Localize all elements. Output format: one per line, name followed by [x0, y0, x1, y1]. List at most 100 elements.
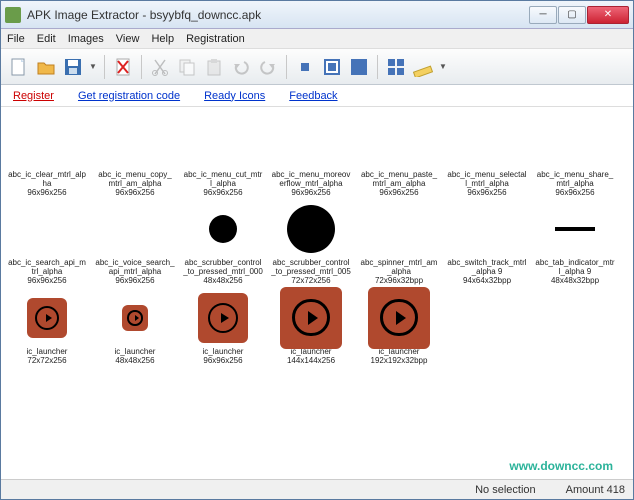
- menu-registration[interactable]: Registration: [186, 33, 245, 45]
- save-dropdown-icon[interactable]: ▼: [88, 62, 98, 71]
- thumbnail-item[interactable]: abc_tab_indicator_mtrl_alpha 948x48x32bp…: [533, 199, 617, 285]
- menu-images[interactable]: Images: [68, 33, 104, 45]
- item-dimensions: 96x96x256: [447, 189, 527, 198]
- view-large-icon[interactable]: [347, 55, 371, 79]
- thumbnail-grid: abc_ic_clear_mtrl_alpha96x96x256abc_ic_m…: [5, 111, 629, 365]
- item-dimensions: 96x96x256: [95, 277, 175, 286]
- thumbnail-image: [183, 111, 263, 171]
- item-name: abc_switch_track_mtrl_alpha 9: [447, 259, 527, 277]
- menu-edit[interactable]: Edit: [37, 33, 56, 45]
- thumbnail-image: [359, 199, 439, 259]
- item-dimensions: 96x96x256: [535, 189, 615, 198]
- link-feedback[interactable]: Feedback: [289, 90, 337, 102]
- ruler-icon[interactable]: [411, 55, 435, 79]
- status-selection: No selection: [475, 484, 536, 496]
- thumbnail-image: [359, 288, 439, 348]
- thumbnail-image: [183, 288, 263, 348]
- item-dimensions: 94x64x32bpp: [447, 277, 527, 286]
- thumbnail-item[interactable]: abc_scrubber_control_to_pressed_mtrl_000…: [181, 199, 265, 285]
- thumbnail-image: [95, 111, 175, 171]
- thumbnail-item[interactable]: abc_scrubber_control_to_pressed_mtrl_005…: [269, 199, 353, 285]
- ruler-dropdown-icon[interactable]: ▼: [438, 62, 448, 71]
- delete-icon[interactable]: [111, 55, 135, 79]
- view-medium-icon[interactable]: [320, 55, 344, 79]
- menu-file[interactable]: File: [7, 33, 25, 45]
- item-name: abc_scrubber_control_to_pressed_mtrl_005: [271, 259, 351, 277]
- window-title: APK Image Extractor - bsyybfq_downcc.apk: [27, 8, 529, 22]
- item-name: abc_ic_menu_moreoverflow_mtrl_alpha: [271, 171, 351, 189]
- link-register[interactable]: Register: [13, 90, 54, 102]
- thumbnail-image: [7, 111, 87, 171]
- thumbnail-image: [7, 199, 87, 259]
- minimize-button[interactable]: ─: [529, 6, 557, 24]
- thumbnail-item[interactable]: abc_ic_clear_mtrl_alpha96x96x256: [5, 111, 89, 197]
- thumbnail-item[interactable]: abc_switch_track_mtrl_alpha 994x64x32bpp: [445, 199, 529, 285]
- view-small-icon[interactable]: [293, 55, 317, 79]
- thumbnail-item[interactable]: ic_launcher96x96x256: [181, 288, 265, 366]
- thumbnail-image: [535, 199, 615, 259]
- item-name: abc_ic_voice_search_api_mtrl_alpha: [95, 259, 175, 277]
- item-dimensions: 72x72x256: [27, 357, 68, 366]
- thumbnail-image: [271, 111, 351, 171]
- item-name: abc_ic_menu_paste_mtrl_am_alpha: [359, 171, 439, 189]
- thumbnail-item[interactable]: abc_ic_menu_copy_mtrl_am_alpha96x96x256: [93, 111, 177, 197]
- item-dimensions: 144x144x256: [287, 357, 335, 366]
- paste-icon[interactable]: [202, 55, 226, 79]
- thumbnail-item[interactable]: abc_ic_menu_selectall_mtrl_alpha96x96x25…: [445, 111, 529, 197]
- link-ready-icons[interactable]: Ready Icons: [204, 90, 265, 102]
- save-icon[interactable]: [61, 55, 85, 79]
- item-dimensions: 192x192x32bpp: [371, 357, 428, 366]
- cut-icon[interactable]: [148, 55, 172, 79]
- thumbnail-item[interactable]: abc_ic_menu_moreoverflow_mtrl_alpha96x96…: [269, 111, 353, 197]
- thumbnail-image: [271, 288, 351, 348]
- thumbnail-image: [271, 199, 351, 259]
- item-dimensions: 96x96x256: [203, 357, 244, 366]
- thumbnail-image: [183, 199, 263, 259]
- thumbnail-item[interactable]: ic_launcher192x192x32bpp: [357, 288, 441, 366]
- thumbnail-item[interactable]: abc_ic_menu_cut_mtrl_alpha96x96x256: [181, 111, 265, 197]
- separator: [104, 55, 105, 79]
- maximize-button[interactable]: ▢: [558, 6, 586, 24]
- item-name: abc_scrubber_control_to_pressed_mtrl_000: [183, 259, 263, 277]
- menu-help[interactable]: Help: [151, 33, 174, 45]
- status-amount-value: 418: [607, 484, 625, 496]
- thumbnail-image: [95, 199, 175, 259]
- watermark: www.downcc.com: [509, 459, 613, 473]
- item-dimensions: 48x48x32bpp: [535, 277, 615, 286]
- item-name: abc_ic_menu_share_mtrl_alpha: [535, 171, 615, 189]
- thumbnail-image: [7, 288, 87, 348]
- redo-icon[interactable]: [256, 55, 280, 79]
- thumbnail-item[interactable]: abc_spinner_mtrl_am_alpha72x96x32bpp: [357, 199, 441, 285]
- thumbnail-item[interactable]: abc_ic_menu_share_mtrl_alpha96x96x256: [533, 111, 617, 197]
- content-area[interactable]: abc_ic_clear_mtrl_alpha96x96x256abc_ic_m…: [1, 107, 633, 479]
- thumbnail-item[interactable]: ic_launcher72x72x256: [5, 288, 89, 366]
- separator: [377, 55, 378, 79]
- item-dimensions: 96x96x256: [359, 189, 439, 198]
- item-name: abc_ic_search_api_mtrl_alpha: [7, 259, 87, 277]
- separator: [286, 55, 287, 79]
- thumbnail-item[interactable]: abc_ic_menu_paste_mtrl_am_alpha96x96x256: [357, 111, 441, 197]
- copy-icon[interactable]: [175, 55, 199, 79]
- thumbnail-item[interactable]: ic_launcher144x144x256: [269, 288, 353, 366]
- undo-icon[interactable]: [229, 55, 253, 79]
- item-name: abc_ic_menu_cut_mtrl_alpha: [183, 171, 263, 189]
- item-dimensions: 96x96x256: [271, 189, 351, 198]
- thumbnail-item[interactable]: abc_ic_voice_search_api_mtrl_alpha96x96x…: [93, 199, 177, 285]
- thumbnail-item[interactable]: abc_ic_search_api_mtrl_alpha96x96x256: [5, 199, 89, 285]
- new-icon[interactable]: [7, 55, 31, 79]
- close-button[interactable]: ✕: [587, 6, 629, 24]
- statusbar: No selection Amount 418: [1, 479, 633, 499]
- grid-view-icon[interactable]: [384, 55, 408, 79]
- link-get-registration-code[interactable]: Get registration code: [78, 90, 180, 102]
- status-amount-label: Amount: [566, 484, 604, 496]
- item-dimensions: 96x96x256: [7, 189, 87, 198]
- thumbnail-image: [447, 199, 527, 259]
- thumbnail-image: [535, 111, 615, 171]
- item-dimensions: 48x48x256: [115, 357, 156, 366]
- item-dimensions: 72x72x256: [271, 277, 351, 286]
- thumbnail-item[interactable]: ic_launcher48x48x256: [93, 288, 177, 366]
- open-icon[interactable]: [34, 55, 58, 79]
- menu-view[interactable]: View: [116, 33, 140, 45]
- window-controls: ─ ▢ ✕: [529, 6, 629, 24]
- thumbnail-image: [359, 111, 439, 171]
